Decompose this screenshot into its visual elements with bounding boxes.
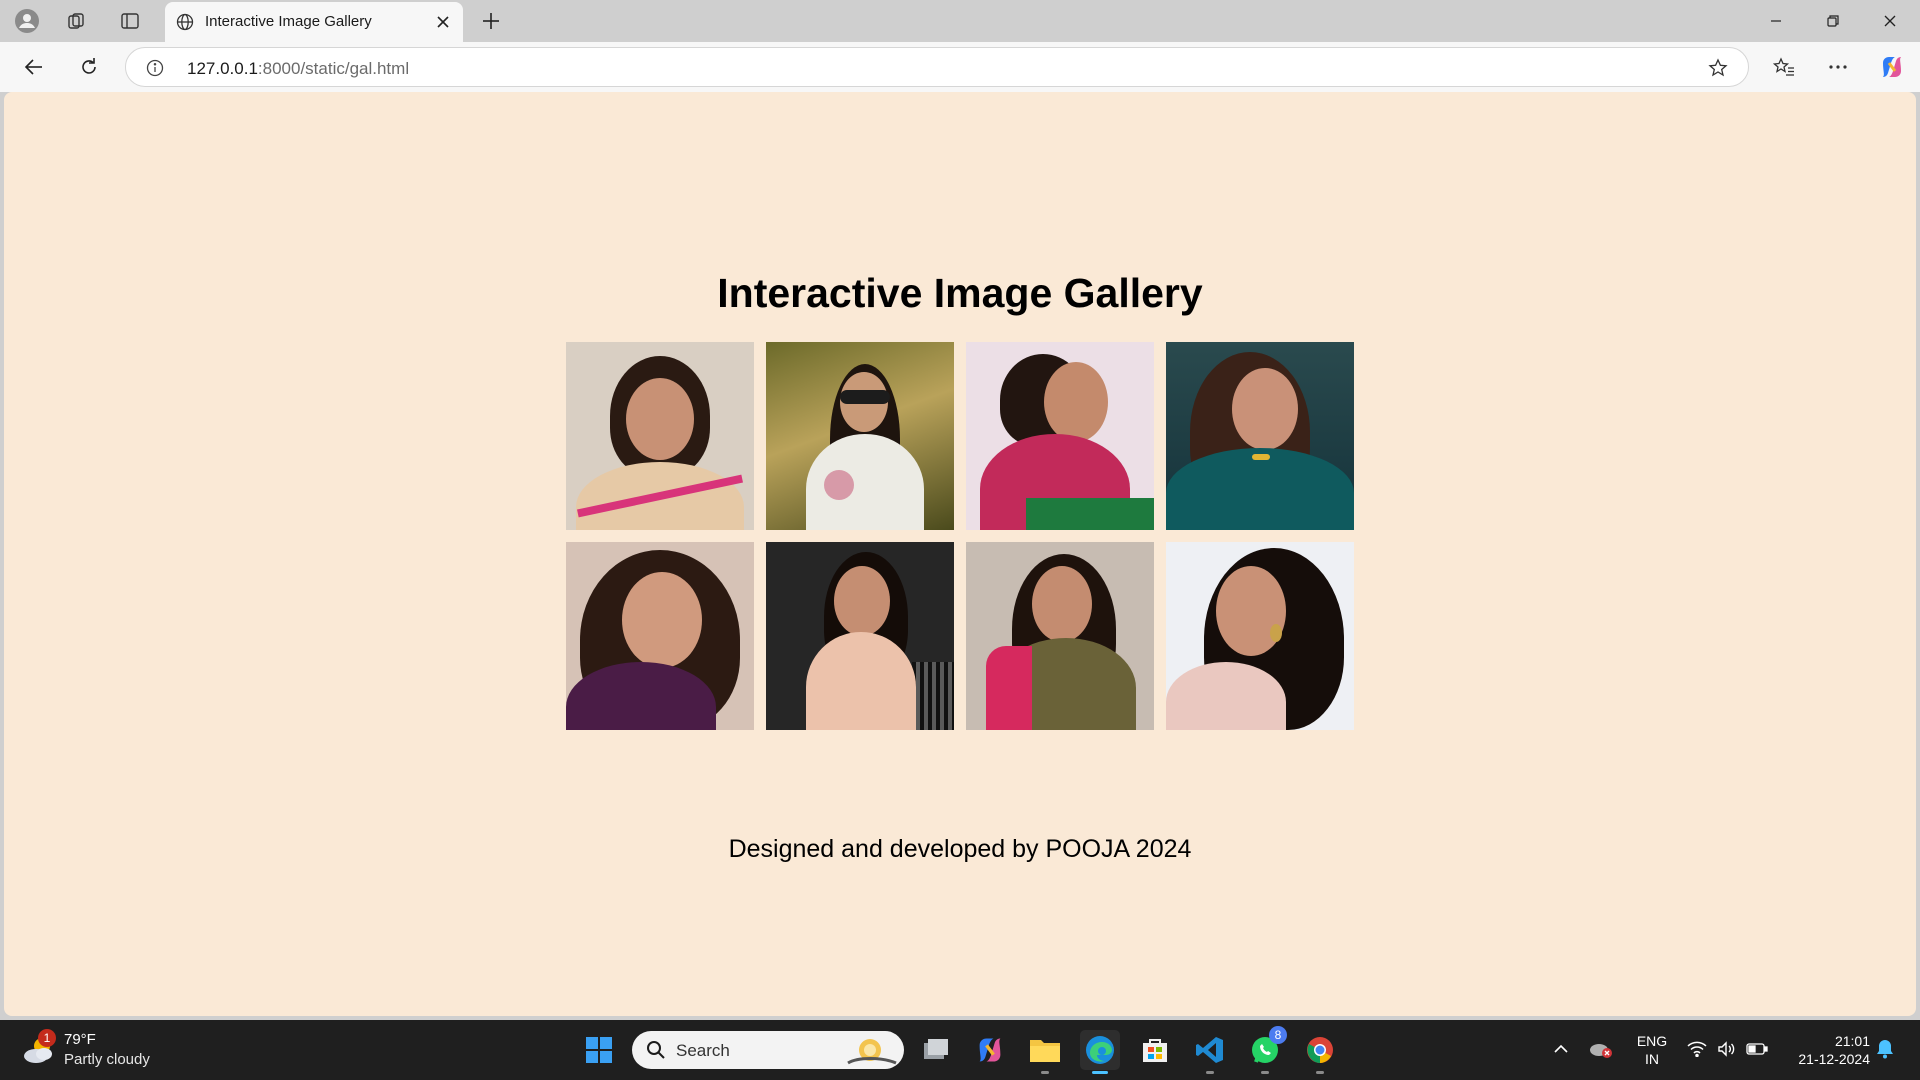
close-tab-icon[interactable] xyxy=(431,10,455,34)
gallery-image[interactable] xyxy=(566,342,754,530)
back-button[interactable] xyxy=(16,49,52,85)
favorite-star-icon[interactable] xyxy=(1706,56,1730,80)
browser-tab-bar: Interactive Image Gallery xyxy=(0,0,1920,42)
chrome-icon[interactable] xyxy=(1300,1030,1340,1074)
language-indicator[interactable]: ENG IN xyxy=(1634,1032,1670,1068)
running-indicator xyxy=(1316,1071,1324,1074)
footer-credit: Designed and developed by POOJA 2024 xyxy=(728,835,1192,863)
page-title: Interactive Image Gallery xyxy=(717,270,1203,316)
active-indicator xyxy=(1092,1071,1108,1074)
clock-date: 21-12-2024 xyxy=(1798,1051,1870,1067)
taskbar-search[interactable]: Search xyxy=(632,1031,904,1069)
file-explorer-icon[interactable] xyxy=(1025,1030,1065,1074)
onedrive-error-icon[interactable] xyxy=(1586,1034,1616,1064)
start-button[interactable] xyxy=(579,1030,619,1070)
whatsapp-icon[interactable]: 8 xyxy=(1245,1026,1287,1074)
profile-icon[interactable] xyxy=(10,5,44,37)
volume-icon[interactable] xyxy=(1712,1034,1742,1064)
running-indicator xyxy=(1206,1071,1214,1074)
weather-temp: 79°F xyxy=(64,1031,96,1048)
navigation-bar: 127.0.0.1:8000/static/gal.html xyxy=(0,42,1920,92)
page-viewport: Interactive Image Gallery Designed and d… xyxy=(4,92,1916,1016)
weather-badge: 1 xyxy=(38,1029,56,1047)
weather-desc: Partly cloudy xyxy=(64,1051,150,1068)
gallery-image[interactable] xyxy=(766,342,954,530)
system-clock[interactable]: 21:01 21-12-2024 xyxy=(1780,1032,1870,1068)
taskbar: 1 79°F Partly cloudy Search 8 ENG IN 21:… xyxy=(0,1020,1920,1080)
language-code: ENG xyxy=(1636,1033,1668,1049)
clock-time: 21:01 xyxy=(1834,1033,1870,1049)
notification-bell-icon[interactable] xyxy=(1870,1034,1900,1064)
globe-icon xyxy=(173,10,197,34)
whatsapp-badge: 8 xyxy=(1269,1026,1287,1044)
edge-icon[interactable] xyxy=(1080,1030,1120,1074)
search-icon xyxy=(647,1041,665,1059)
running-indicator xyxy=(1261,1071,1269,1074)
gallery-image[interactable] xyxy=(1166,342,1354,530)
site-info-icon[interactable] xyxy=(144,57,166,79)
vscode-icon[interactable] xyxy=(1190,1030,1230,1074)
url-text: 127.0.0.1:8000/static/gal.html xyxy=(187,59,409,79)
refresh-button[interactable] xyxy=(71,49,107,85)
workspaces-icon[interactable] xyxy=(60,5,94,37)
more-menu-icon[interactable] xyxy=(1820,49,1856,85)
close-window-button[interactable] xyxy=(1862,0,1918,42)
gallery-image[interactable] xyxy=(966,542,1154,730)
url-host: 127.0.0.1 xyxy=(187,59,258,78)
url-path: :8000/static/gal.html xyxy=(257,59,410,78)
region-code: IN xyxy=(1645,1051,1659,1067)
minimize-button[interactable] xyxy=(1748,0,1804,42)
gallery-image[interactable] xyxy=(966,342,1154,530)
copilot-app-icon[interactable] xyxy=(970,1030,1010,1070)
gallery-image[interactable] xyxy=(566,542,754,730)
gallery-image[interactable] xyxy=(766,542,954,730)
microsoft-store-icon[interactable] xyxy=(1135,1030,1175,1070)
search-highlight-icon xyxy=(847,1039,897,1065)
wifi-icon[interactable] xyxy=(1682,1034,1712,1064)
tab-interactive-image-gallery[interactable]: Interactive Image Gallery xyxy=(165,2,463,42)
gallery-image[interactable] xyxy=(1166,542,1354,730)
tab-title: Interactive Image Gallery xyxy=(205,13,372,30)
restore-button[interactable] xyxy=(1805,0,1861,42)
tab-actions-icon[interactable] xyxy=(113,5,147,37)
new-tab-button[interactable] xyxy=(474,5,508,37)
address-bar[interactable]: 127.0.0.1:8000/static/gal.html xyxy=(125,47,1749,87)
image-gallery xyxy=(566,342,1354,730)
copilot-icon[interactable] xyxy=(1874,49,1910,85)
show-hidden-icons-icon[interactable] xyxy=(1546,1034,1576,1064)
task-view-icon[interactable] xyxy=(916,1030,956,1070)
battery-icon[interactable] xyxy=(1742,1034,1772,1064)
running-indicator xyxy=(1041,1071,1049,1074)
favorites-icon[interactable] xyxy=(1766,49,1802,85)
search-label: Search xyxy=(676,1041,730,1060)
